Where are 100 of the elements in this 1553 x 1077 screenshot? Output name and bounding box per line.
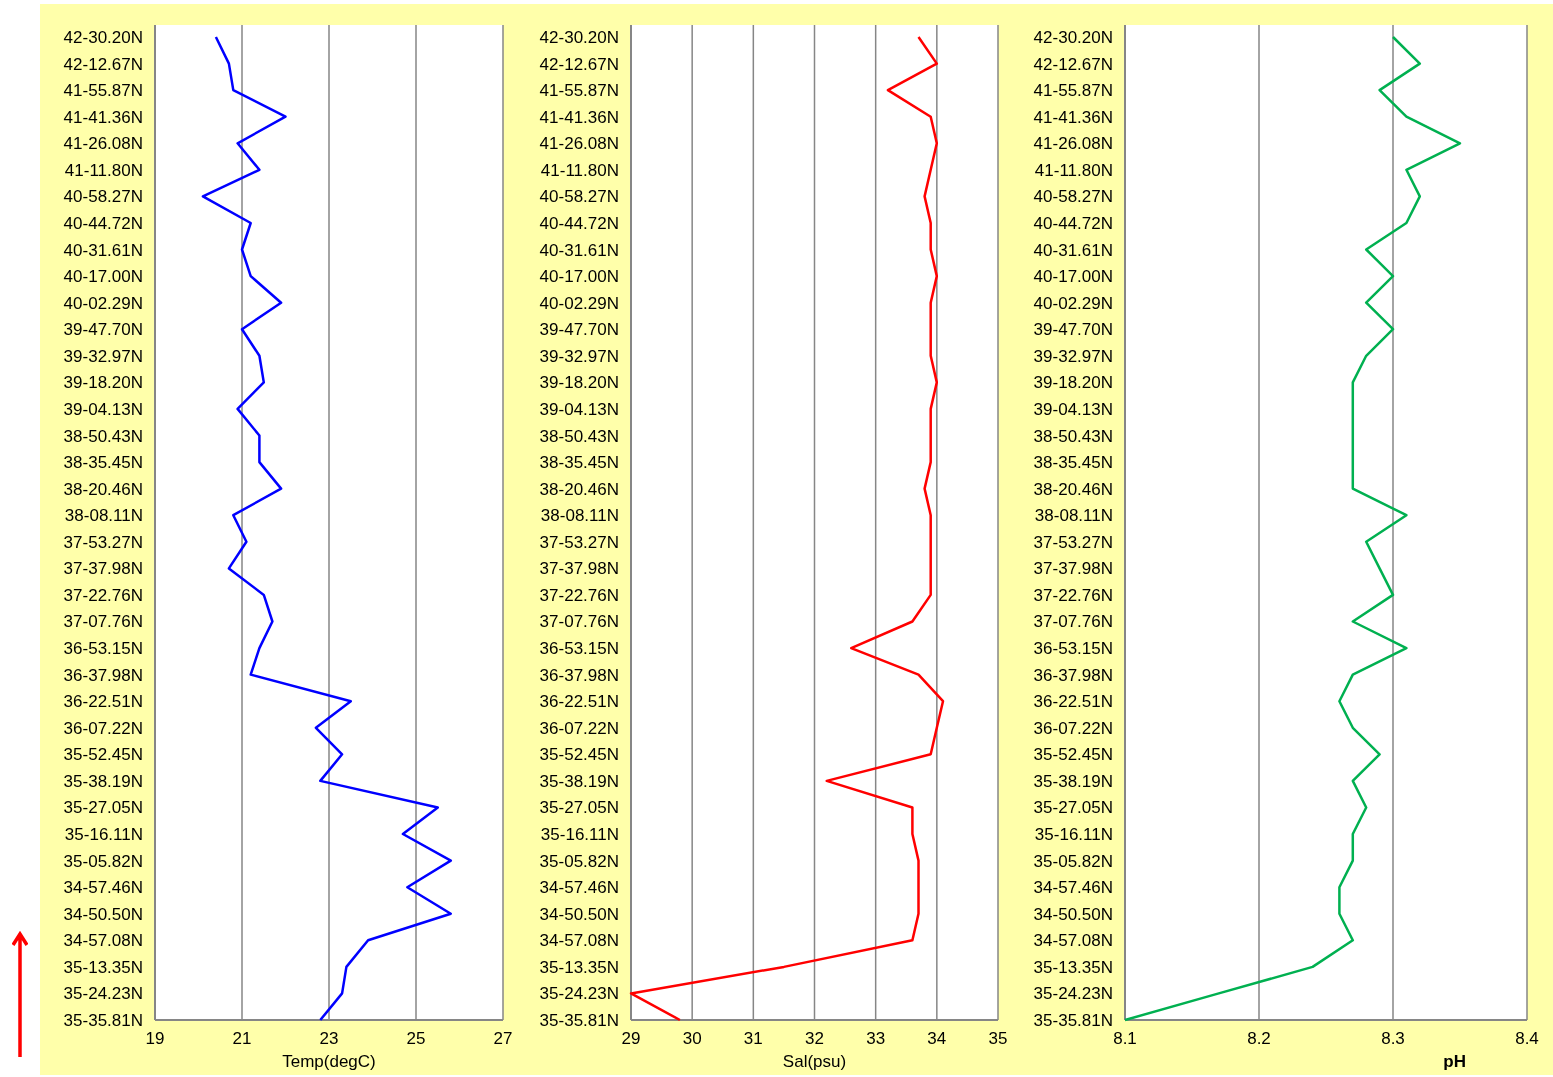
category-label: 40-17.00N bbox=[63, 267, 143, 287]
category-label: 41-55.87N bbox=[539, 81, 619, 101]
category-label: 38-50.43N bbox=[63, 426, 143, 446]
category-label: 42-30.20N bbox=[1033, 28, 1113, 47]
category-label: 41-55.87N bbox=[63, 81, 143, 101]
tick-label: 19 bbox=[145, 1029, 165, 1048]
category-label: 36-53.15N bbox=[539, 639, 619, 659]
category-label: 37-37.98N bbox=[1033, 559, 1113, 579]
category-label: 42-12.67N bbox=[539, 54, 619, 74]
axis-title: Temp(degC) bbox=[282, 1052, 376, 1071]
tick-label: 32 bbox=[805, 1029, 824, 1048]
category-label: 39-47.70N bbox=[63, 320, 143, 340]
category-label: 39-18.20N bbox=[539, 373, 619, 393]
category-label: 40-44.72N bbox=[539, 213, 619, 233]
category-label: 42-30.20N bbox=[63, 28, 143, 47]
category-label: 38-08.11N bbox=[540, 506, 619, 526]
category-label: 41-41.36N bbox=[63, 107, 143, 127]
tick-label: 27 bbox=[493, 1029, 513, 1048]
category-label: 35-16.11N bbox=[540, 825, 619, 845]
category-label: 37-07.76N bbox=[539, 612, 619, 632]
category-label: 36-37.98N bbox=[539, 665, 619, 685]
category-label: 35-24.23N bbox=[63, 984, 143, 1004]
category-label: 39-47.70N bbox=[539, 320, 619, 340]
category-label: 39-18.20N bbox=[63, 373, 143, 393]
category-label: 39-32.97N bbox=[539, 346, 619, 366]
category-label: 35-16.11N bbox=[64, 825, 143, 845]
category-label: 39-18.20N bbox=[1033, 373, 1113, 393]
category-label: 34-57.08N bbox=[539, 931, 619, 951]
category-label: 38-50.43N bbox=[539, 426, 619, 446]
category-label: 35-38.19N bbox=[539, 771, 619, 791]
tick-label: 33 bbox=[866, 1029, 886, 1048]
category-label: 36-07.22N bbox=[539, 718, 619, 738]
tick-label: 30 bbox=[682, 1029, 702, 1048]
category-label: 41-26.08N bbox=[1033, 134, 1113, 154]
tick-label: 8.4 bbox=[1515, 1029, 1539, 1048]
category-label: 39-04.13N bbox=[1033, 399, 1113, 419]
category-label: 35-52.45N bbox=[63, 745, 143, 765]
category-label: 38-35.45N bbox=[1033, 453, 1113, 473]
category-label: 40-02.29N bbox=[1033, 293, 1113, 313]
tick-label: 35 bbox=[988, 1029, 1008, 1048]
category-label: 34-57.46N bbox=[63, 878, 143, 898]
category-label: 42-30.20N bbox=[539, 28, 619, 47]
category-label: 35-05.82N bbox=[539, 851, 619, 871]
category-label: 35-24.23N bbox=[539, 984, 619, 1004]
category-label: 38-20.46N bbox=[539, 479, 619, 499]
category-label: 34-57.08N bbox=[1033, 931, 1113, 951]
tick-label: 31 bbox=[743, 1029, 763, 1048]
category-label: 36-22.51N bbox=[63, 692, 143, 712]
category-label: 36-53.15N bbox=[1033, 639, 1113, 659]
category-label: 35-52.45N bbox=[1033, 745, 1113, 765]
category-label: 38-08.11N bbox=[1034, 506, 1113, 526]
category-label: 37-22.76N bbox=[63, 585, 143, 605]
category-label: 41-55.87N bbox=[1033, 81, 1113, 101]
category-label: 36-37.98N bbox=[1033, 665, 1113, 685]
category-label: 41-11.80N bbox=[540, 160, 619, 180]
category-label: 41-11.80N bbox=[64, 160, 143, 180]
category-label: 35-35.81N bbox=[539, 1011, 619, 1030]
category-label: 36-07.22N bbox=[63, 718, 143, 738]
category-label: 38-50.43N bbox=[1033, 426, 1113, 446]
tick-label: 8.2 bbox=[1247, 1029, 1271, 1048]
tick-label: 34 bbox=[927, 1029, 947, 1048]
category-label: 35-27.05N bbox=[63, 798, 143, 818]
category-label: 38-35.45N bbox=[539, 453, 619, 473]
category-label: 37-07.76N bbox=[63, 612, 143, 632]
category-label: 34-50.50N bbox=[539, 904, 619, 924]
category-label: 37-22.76N bbox=[1033, 585, 1113, 605]
tick-label: 8.3 bbox=[1381, 1029, 1405, 1048]
category-label: 40-58.27N bbox=[539, 187, 619, 207]
category-label: 36-53.15N bbox=[63, 639, 143, 659]
axis-title: pH bbox=[1443, 1052, 1466, 1071]
category-label: 37-37.98N bbox=[63, 559, 143, 579]
category-label: 37-37.98N bbox=[539, 559, 619, 579]
category-label: 42-12.67N bbox=[1033, 54, 1113, 74]
tick-label: 8.1 bbox=[1113, 1029, 1137, 1048]
category-label: 41-26.08N bbox=[63, 134, 143, 154]
category-label: 39-32.97N bbox=[1033, 346, 1113, 366]
tick-label: 21 bbox=[232, 1029, 252, 1048]
category-label: 40-17.00N bbox=[539, 267, 619, 287]
category-label: 39-04.13N bbox=[539, 399, 619, 419]
category-label: 40-58.27N bbox=[1033, 187, 1113, 207]
category-label: 41-11.80N bbox=[1034, 160, 1113, 180]
category-label: 35-35.81N bbox=[63, 1011, 143, 1030]
category-label: 34-57.46N bbox=[1033, 878, 1113, 898]
category-label: 35-38.19N bbox=[63, 771, 143, 791]
category-label: 35-38.19N bbox=[1033, 771, 1113, 791]
axis-title: Sal(psu) bbox=[782, 1052, 847, 1071]
tick-label: 29 bbox=[621, 1029, 641, 1048]
category-label: 35-16.11N bbox=[1034, 825, 1113, 845]
category-label: 36-07.22N bbox=[1033, 718, 1113, 738]
category-label: 37-22.76N bbox=[539, 585, 619, 605]
category-label: 35-05.82N bbox=[1033, 851, 1113, 871]
category-label: 40-02.29N bbox=[63, 293, 143, 313]
category-label: 38-20.46N bbox=[1033, 479, 1113, 499]
category-label: 40-58.27N bbox=[63, 187, 143, 207]
category-label: 38-08.11N bbox=[64, 506, 143, 526]
category-label: 39-04.13N bbox=[63, 399, 143, 419]
category-label: 34-50.50N bbox=[1033, 904, 1113, 924]
category-label: 37-53.27N bbox=[63, 532, 143, 552]
category-label: 40-44.72N bbox=[1033, 213, 1113, 233]
category-label: 40-31.61N bbox=[63, 240, 143, 260]
